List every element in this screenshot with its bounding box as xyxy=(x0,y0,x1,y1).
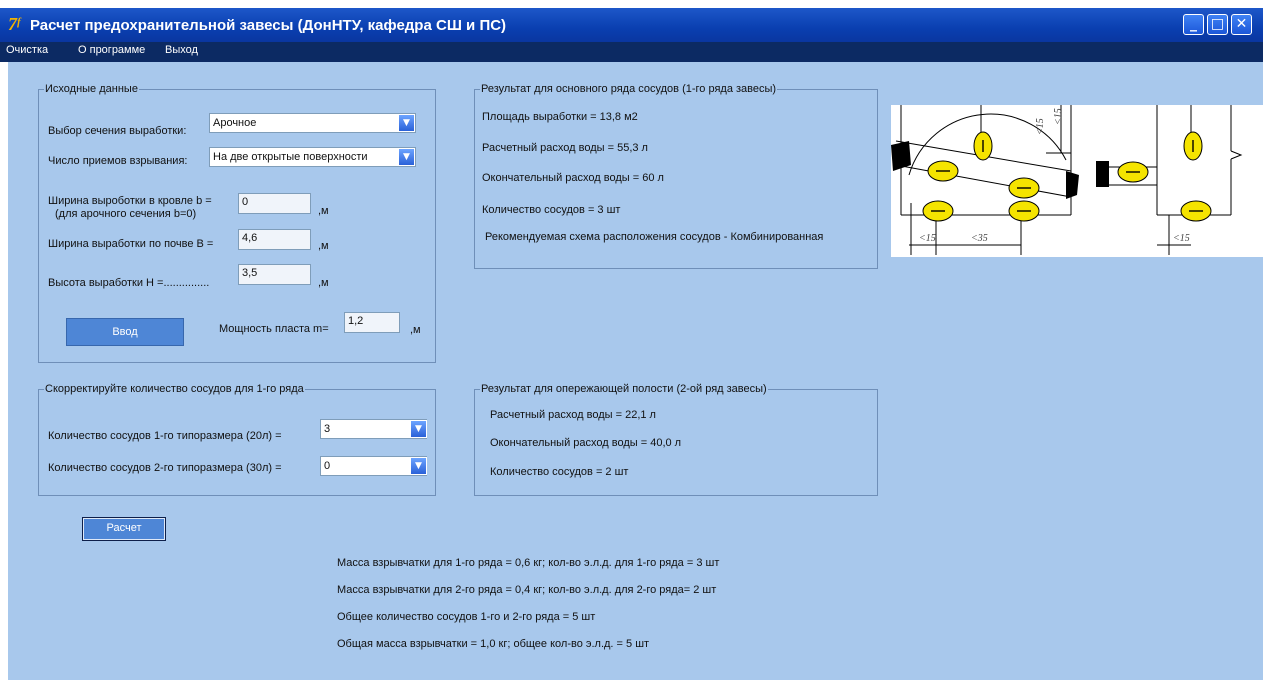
chevron-down-icon: ▼ xyxy=(403,118,410,128)
floor-width-field[interactable]: 4,6 xyxy=(238,229,311,250)
app-icon: 7ᶠ xyxy=(8,14,21,34)
blast-dropdown-button[interactable]: ▼ xyxy=(398,148,415,166)
diagram-svg: <15 <35 <15 <15 <15 xyxy=(891,105,1243,255)
result2-final-water: Окончательный расход воды = 40,0 л xyxy=(490,437,682,449)
result1-area: Площадь выработки = 13,8 м2 xyxy=(482,111,638,123)
type1-label: Количество сосудов 1-го типоразмера (20л… xyxy=(48,430,282,442)
section-dropdown-button[interactable]: ▼ xyxy=(398,114,415,132)
enter-button[interactable]: Ввод xyxy=(66,318,184,346)
chevron-down-icon: ▼ xyxy=(415,461,422,471)
window-title: Расчет предохранительной завесы (ДонНТУ,… xyxy=(30,17,507,34)
dim-label: <15 xyxy=(1053,108,1064,125)
blast-label: Число приемов взрывания: xyxy=(48,155,188,167)
minimize-icon: _ xyxy=(1190,16,1197,32)
section-label: Выбор сечения выработки: xyxy=(48,125,187,137)
result2-vessels: Количество сосудов = 2 шт xyxy=(490,466,629,478)
dim-label: <15 xyxy=(1173,233,1190,244)
height-field[interactable]: 3,5 xyxy=(238,264,311,285)
result1-vessels: Количество сосудов = 3 шт xyxy=(482,204,621,216)
result1-scheme: Рекомендуемая схема расположения сосудов… xyxy=(485,231,824,243)
input-data-legend: Исходные данные xyxy=(44,83,139,95)
vessel-layout-diagram: <15 <35 <15 <15 <15 xyxy=(891,105,1263,257)
floor-width-label: Ширина выработки по почве В = xyxy=(48,238,214,250)
roof-width-unit: ,м xyxy=(318,205,329,217)
chevron-down-icon: ▼ xyxy=(415,424,422,434)
result1-final-water: Окончательный расход воды = 60 л xyxy=(482,172,664,184)
roof-width-field[interactable]: 0 xyxy=(238,193,311,214)
chevron-down-icon: ▼ xyxy=(403,152,410,162)
window-left-edge xyxy=(0,62,8,680)
result1-legend: Результат для основного ряда сосудов (1-… xyxy=(480,83,778,95)
result2-legend: Результат для опережающей полости (2-ой … xyxy=(480,383,768,395)
calculate-button[interactable]: Расчет xyxy=(82,517,166,541)
summary-line: Общее количество сосудов 1-го и 2-го ряд… xyxy=(337,611,596,623)
correction-legend: Скорректируйте количество сосудов для 1-… xyxy=(44,383,305,395)
menu-item-about[interactable]: О программе xyxy=(78,44,145,56)
height-unit: ,м xyxy=(318,277,329,289)
type2-label: Количество сосудов 2-го типоразмера (30л… xyxy=(48,462,282,474)
maximize-icon: □ xyxy=(1210,16,1225,32)
menu-item-clear[interactable]: Очистка xyxy=(6,44,48,56)
dim-label: <15 xyxy=(919,233,936,244)
result1-calc-water: Расчетный расход воды = 55,3 л xyxy=(482,142,648,154)
dim-label: <15 xyxy=(1035,118,1046,135)
maximize-button[interactable]: □ xyxy=(1207,14,1228,35)
roof-width-label: Ширина выроботки в кровле b = xyxy=(48,195,212,207)
summary-line: Масса взрывчатки для 1-го ряда = 0,6 кг;… xyxy=(337,557,720,569)
roof-width-note: (для арочного сечения b=0) xyxy=(55,208,197,220)
height-label: Высота выработки Н =............... xyxy=(48,277,210,289)
close-button[interactable]: ✕ xyxy=(1231,14,1252,35)
blast-select[interactable]: На две открытые поверхности xyxy=(209,147,416,167)
seam-field[interactable]: 1,2 xyxy=(344,312,400,333)
type1-dropdown-button[interactable]: ▼ xyxy=(410,420,427,438)
dim-label: <35 xyxy=(971,233,988,244)
minimize-button[interactable]: _ xyxy=(1183,14,1204,35)
seam-unit: ,м xyxy=(410,324,421,336)
summary-line: Масса взрывчатки для 2-го ряда = 0,4 кг;… xyxy=(337,584,717,596)
seam-label: Мощность пласта m= xyxy=(219,323,329,335)
type2-dropdown-button[interactable]: ▼ xyxy=(410,457,427,475)
result2-calc-water: Расчетный расход воды = 22,1 л xyxy=(490,409,656,421)
close-icon: ✕ xyxy=(1235,16,1248,32)
section-select[interactable]: Арочное xyxy=(209,113,416,133)
correction-group xyxy=(38,389,436,496)
menu-item-exit[interactable]: Выход xyxy=(165,44,198,56)
floor-width-unit: ,м xyxy=(318,240,329,252)
summary-line: Общая масса взрывчатки = 1,0 кг; общее к… xyxy=(337,638,650,650)
